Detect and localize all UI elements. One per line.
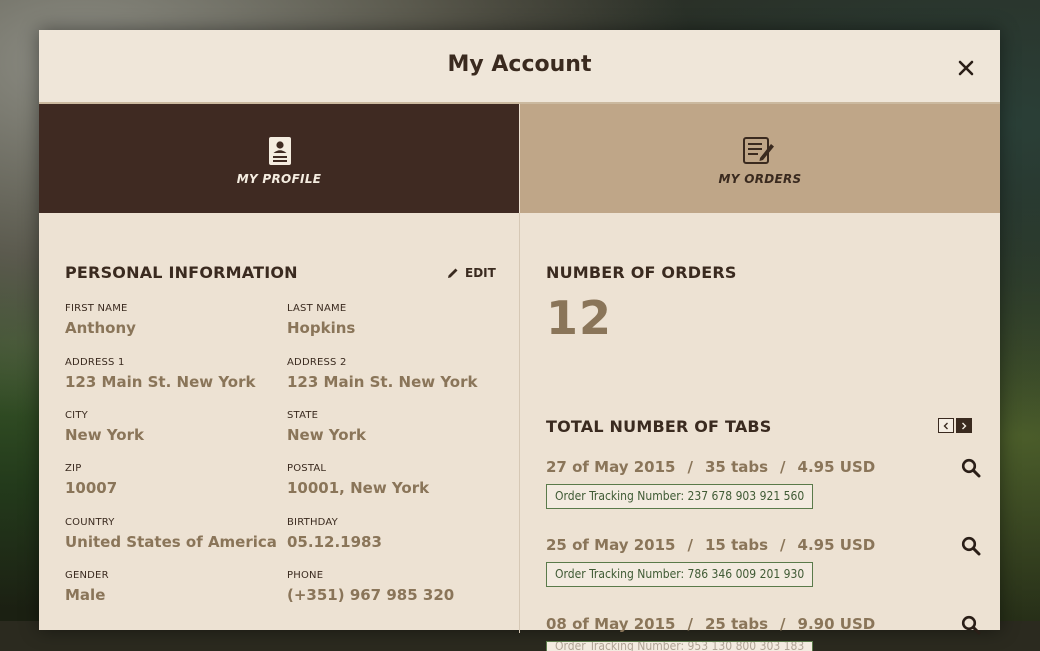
- field-value: Male: [65, 586, 106, 604]
- field-value: United States of America: [65, 533, 277, 551]
- field-label: STATE: [287, 410, 319, 421]
- tracking-number: Order Tracking Number: 786 346 009 201 9…: [546, 562, 814, 587]
- tab-label: MY ORDERS: [718, 172, 802, 186]
- field-value: 10007: [65, 479, 118, 497]
- field-label: ZIP: [65, 463, 82, 474]
- account-tabs: MY PROFILE MY ORDERS: [39, 104, 1000, 213]
- order-summary: 25 of May 2015/15 tabs/4.95 USD: [546, 536, 876, 554]
- personal-info-title: PERSONAL INFORMATION: [65, 263, 298, 282]
- country-field: COUNTRY United States of America: [65, 517, 277, 551]
- zip-field: ZIP 10007: [65, 463, 265, 497]
- order-summary: 27 of May 2015/35 tabs/4.95 USD: [546, 458, 876, 476]
- close-icon: [958, 60, 974, 76]
- edit-label: EDIT: [465, 266, 496, 280]
- field-value: 123 Main St. New York: [287, 373, 478, 391]
- field-value: Anthony: [65, 319, 136, 337]
- field-label: ADDRESS 1: [65, 357, 125, 368]
- chevron-right-icon: [962, 422, 967, 429]
- pencil-icon: [448, 268, 458, 278]
- first-name-field: FIRST NAME Anthony: [65, 303, 265, 337]
- modal-title: My Account: [447, 52, 592, 77]
- tab-my-profile[interactable]: MY PROFILE: [39, 104, 519, 213]
- total-tabs-title: TOTAL NUMBER OF TABS: [546, 417, 772, 436]
- order-count: 12: [546, 291, 613, 345]
- order-item: 08 of May 2015/25 tabs/9.90 USD Order Tr…: [546, 615, 986, 651]
- field-value: New York: [65, 426, 144, 444]
- tracking-number: Order Tracking Number: 237 678 903 921 5…: [546, 484, 814, 509]
- order-item: 27 of May 2015/35 tabs/4.95 USD Order Tr…: [546, 458, 986, 528]
- order-summary: 08 of May 2015/25 tabs/9.90 USD: [546, 615, 876, 633]
- orders-edit-icon: [743, 137, 774, 164]
- field-label: COUNTRY: [65, 517, 115, 528]
- close-button[interactable]: [956, 58, 976, 78]
- postal-field: POSTAL 10001, New York: [287, 463, 487, 497]
- field-label: CITY: [65, 410, 88, 421]
- order-price: 4.95 USD: [797, 458, 876, 476]
- order-search-button[interactable]: [961, 536, 981, 556]
- pager-next-button[interactable]: [956, 418, 972, 433]
- field-label: PHONE: [287, 570, 324, 581]
- birthday-field: BIRTHDAY 05.12.1983: [287, 517, 487, 551]
- tab-label: MY PROFILE: [236, 172, 322, 186]
- field-label: ADDRESS 2: [287, 357, 347, 368]
- number-of-orders-title: NUMBER OF ORDERS: [546, 263, 737, 282]
- search-icon: [961, 458, 981, 478]
- field-label: POSTAL: [287, 463, 327, 474]
- field-label: FIRST NAME: [65, 303, 128, 314]
- address-1-field: ADDRESS 1 123 Main St. New York: [65, 357, 265, 391]
- order-search-button[interactable]: [961, 458, 981, 478]
- field-label: GENDER: [65, 570, 109, 581]
- order-date: 27 of May 2015: [546, 458, 676, 476]
- order-tabs: 25 tabs: [704, 615, 769, 633]
- field-value: New York: [287, 426, 366, 444]
- field-value: Hopkins: [287, 319, 356, 337]
- profile-panel: PERSONAL INFORMATION EDIT FIRST NAME Ant…: [39, 213, 519, 633]
- pager-prev-button[interactable]: [938, 418, 954, 433]
- gender-field: GENDER Male: [65, 570, 265, 604]
- tab-my-orders[interactable]: MY ORDERS: [520, 104, 1000, 213]
- address-2-field: ADDRESS 2 123 Main St. New York: [287, 357, 487, 391]
- order-price: 9.90 USD: [797, 615, 876, 633]
- orders-panel: NUMBER OF ORDERS 12 TOTAL NUMBER OF TABS…: [520, 213, 1000, 651]
- field-value: 10001, New York: [287, 479, 430, 497]
- state-field: STATE New York: [287, 410, 487, 444]
- order-search-button[interactable]: [961, 615, 981, 635]
- order-price: 4.95 USD: [797, 536, 876, 554]
- last-name-field: LAST NAME Hopkins: [287, 303, 487, 337]
- orders-pager: [938, 418, 972, 433]
- city-field: CITY New York: [65, 410, 265, 444]
- search-icon: [961, 536, 981, 556]
- chevron-left-icon: [943, 422, 948, 429]
- order-tabs: 35 tabs: [704, 458, 769, 476]
- order-date: 08 of May 2015: [546, 615, 676, 633]
- order-date: 25 of May 2015: [546, 536, 676, 554]
- field-value: (+351) 967 985 320: [287, 586, 455, 604]
- field-value: 123 Main St. New York: [65, 373, 256, 391]
- profile-card-icon: [269, 137, 291, 165]
- field-label: BIRTHDAY: [287, 517, 338, 528]
- tracking-number: Order Tracking Number: 953 130 800 303 1…: [546, 641, 814, 651]
- modal-header: My Account: [39, 30, 1000, 104]
- field-value: 05.12.1983: [287, 533, 382, 551]
- order-item: 25 of May 2015/15 tabs/4.95 USD Order Tr…: [546, 536, 986, 606]
- account-modal: My Account MY PROFILE MY ORDERS PERSONAL…: [39, 30, 1000, 651]
- order-tabs: 15 tabs: [704, 536, 769, 554]
- phone-field: PHONE (+351) 967 985 320: [287, 570, 487, 604]
- search-icon: [961, 615, 981, 635]
- field-label: LAST NAME: [287, 303, 347, 314]
- edit-button[interactable]: EDIT: [447, 265, 496, 281]
